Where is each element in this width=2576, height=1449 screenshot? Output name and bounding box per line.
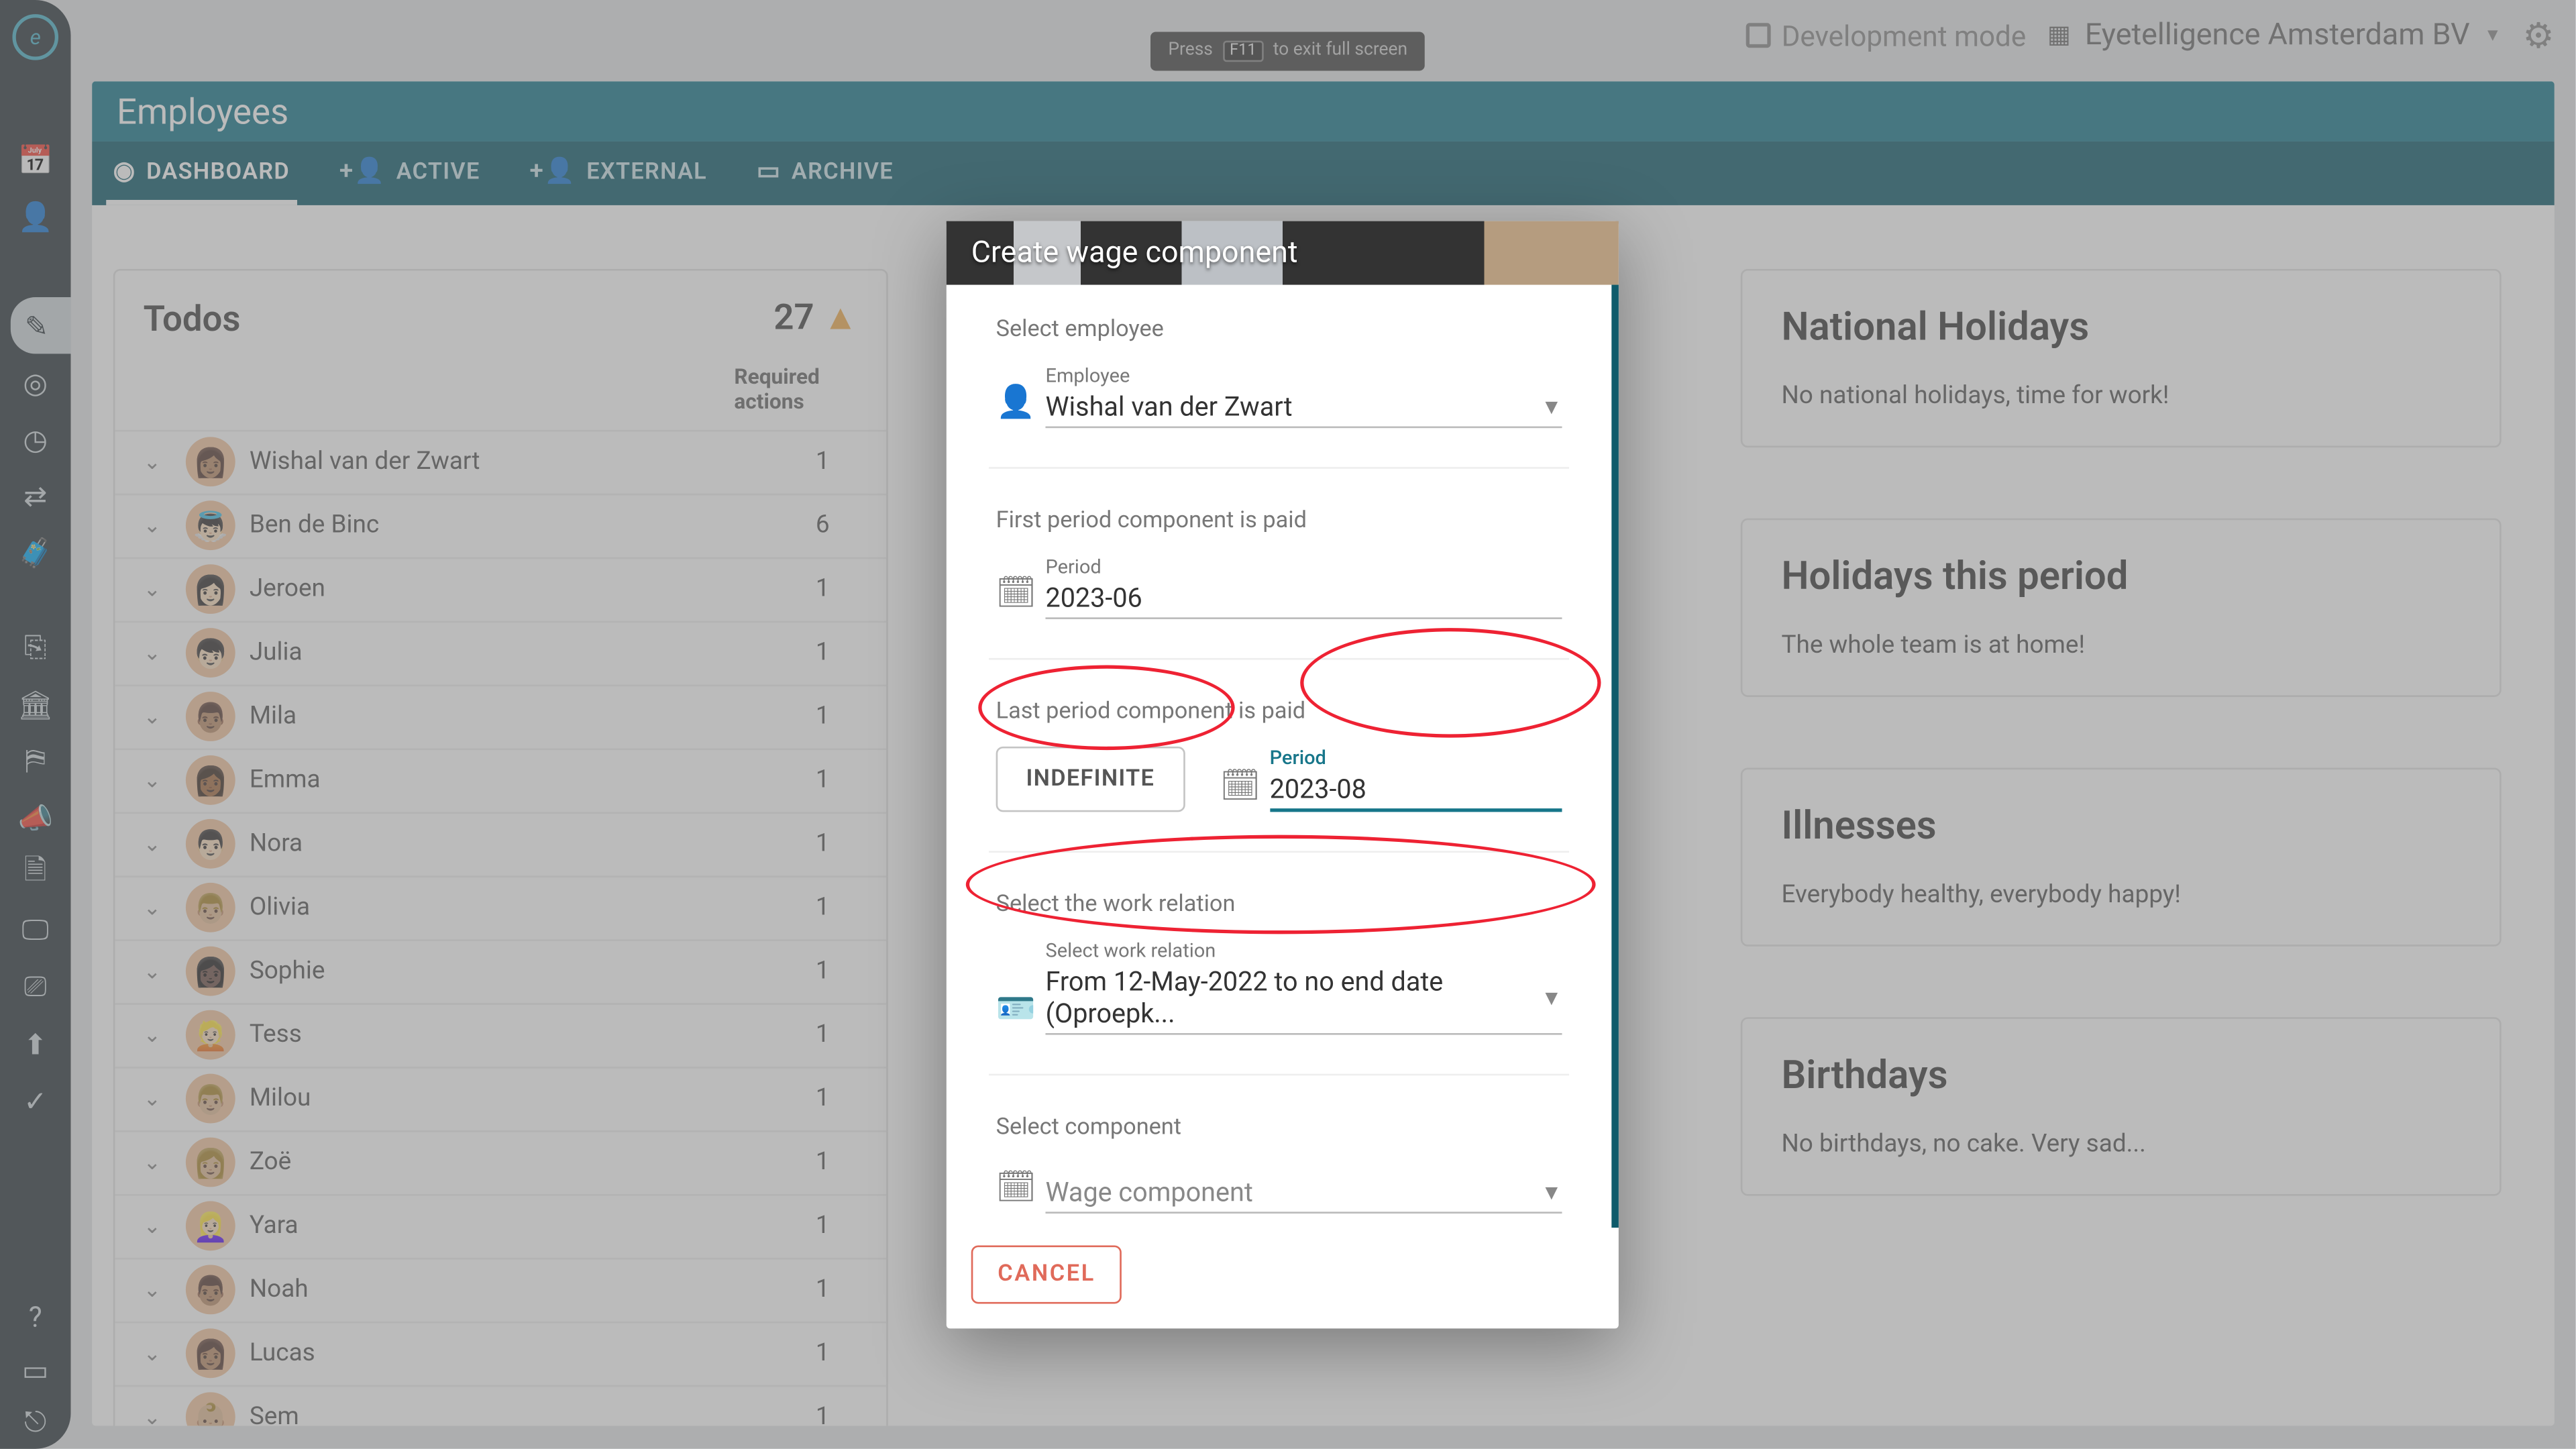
wage-component-select[interactable]: 🗓 Wage component ▼ bbox=[996, 1169, 1562, 1214]
field-placeholder: Wage component bbox=[1045, 1177, 1252, 1208]
badge-icon: 🪪 bbox=[996, 991, 1028, 1035]
caret-down-icon: ▼ bbox=[1541, 985, 1562, 1010]
last-period-section: Last period component is paid INDEFINITE… bbox=[996, 699, 1562, 812]
last-period-input[interactable]: 🗓 Period 2023-08 bbox=[1220, 747, 1562, 812]
caret-down-icon: ▼ bbox=[1541, 1180, 1562, 1205]
field-label: Period bbox=[1045, 555, 1562, 578]
work-relation-select[interactable]: 🪪 Select work relation From 12-May-2022 … bbox=[996, 939, 1562, 1034]
field-label: Employee bbox=[1045, 364, 1562, 387]
caret-down-icon: ▼ bbox=[1541, 394, 1562, 419]
field-value: Wishal van der Zwart bbox=[1045, 391, 1292, 423]
calendar-icon: 🗓 bbox=[1220, 767, 1252, 812]
cancel-button[interactable]: CANCEL bbox=[971, 1245, 1122, 1303]
calendar-icon: 🗓 bbox=[996, 575, 1028, 619]
section-title: Select component bbox=[996, 1114, 1562, 1141]
employee-select[interactable]: 👤 Employee Wishal van der Zwart ▼ bbox=[996, 364, 1562, 428]
create-wage-component-modal: Create wage component Select employee 👤 … bbox=[947, 221, 1619, 1329]
calendar-icon: 🗓 bbox=[996, 1169, 1028, 1214]
field-value: From 12-May-2022 to no end date (Oproepk… bbox=[1045, 966, 1541, 1030]
first-period-section: First period component is paid 🗓 Period … bbox=[996, 508, 1562, 619]
first-period-input[interactable]: 🗓 Period 2023-06 bbox=[996, 555, 1562, 619]
field-label: Select work relation bbox=[1045, 939, 1562, 962]
field-label: Period bbox=[1270, 747, 1562, 769]
component-section: Select component 🗓 Wage component ▼ bbox=[996, 1114, 1562, 1214]
select-employee-section: Select employee 👤 Employee Wishal van de… bbox=[996, 317, 1562, 428]
field-value: 2023-08 bbox=[1270, 773, 1366, 804]
section-title: Select employee bbox=[996, 317, 1562, 343]
modal-title: Create wage component bbox=[971, 235, 1298, 271]
section-title: Select the work relation bbox=[996, 892, 1562, 918]
field-value: 2023-06 bbox=[1045, 582, 1142, 614]
section-title: First period component is paid bbox=[996, 508, 1562, 535]
modal-header: Create wage component bbox=[947, 221, 1619, 285]
section-title: Last period component is paid bbox=[996, 699, 1562, 726]
person-icon: 👤 bbox=[996, 384, 1028, 428]
indefinite-button[interactable]: INDEFINITE bbox=[996, 747, 1185, 812]
work-relation-section: Select the work relation 🪪 Select work r… bbox=[996, 892, 1562, 1035]
